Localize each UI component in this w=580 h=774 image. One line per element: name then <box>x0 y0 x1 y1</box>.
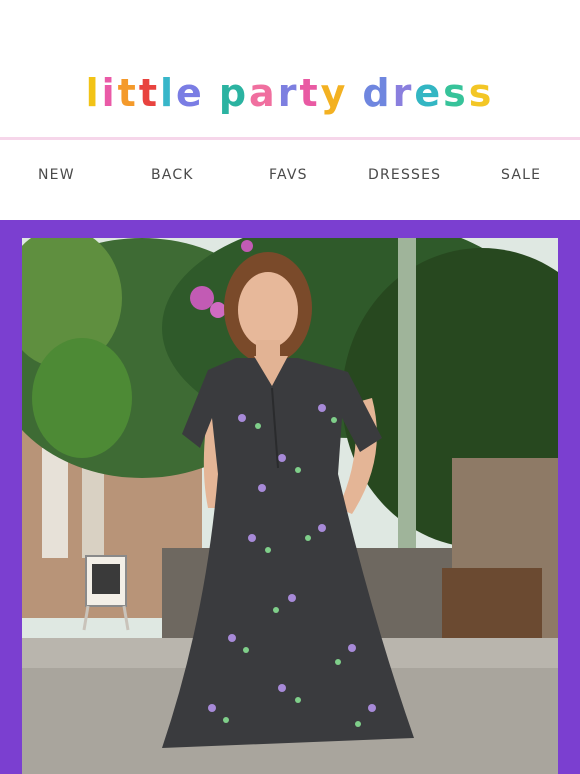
logo-letter: y <box>320 71 349 115</box>
logo-letter: i <box>101 71 118 115</box>
nav-item-sale[interactable]: SALE <box>501 158 541 192</box>
nav-item-back[interactable]: BACK <box>151 158 194 192</box>
logo-letter <box>348 68 362 118</box>
logo-letter: r <box>392 71 415 115</box>
brand-logo[interactable]: little party dress <box>0 68 580 118</box>
logo-letter: t <box>299 71 321 115</box>
logo-letter: a <box>249 71 278 115</box>
logo-letter: e <box>176 71 205 115</box>
nav-item-dresses[interactable]: DRESSES <box>368 158 441 192</box>
logo-letter: s <box>443 71 469 115</box>
header-divider <box>0 137 580 140</box>
logo-letter: e <box>414 71 444 115</box>
logo-letter: t <box>117 71 139 115</box>
logo-letter: l <box>85 71 102 115</box>
hero-image[interactable] <box>22 238 558 774</box>
logo-letter: t <box>138 71 161 115</box>
nav-item-new[interactable]: NEW <box>38 158 75 192</box>
logo-letter: r <box>277 71 300 115</box>
logo-letter: p <box>218 71 250 115</box>
main-nav: NEW BACK FAVS DRESSES SALE <box>0 158 580 192</box>
logo-letter: l <box>160 71 177 115</box>
logo-letter: s <box>468 71 495 115</box>
logo-letter: d <box>362 71 393 115</box>
logo-letter <box>205 68 219 118</box>
nav-item-favs[interactable]: FAVS <box>269 158 308 192</box>
